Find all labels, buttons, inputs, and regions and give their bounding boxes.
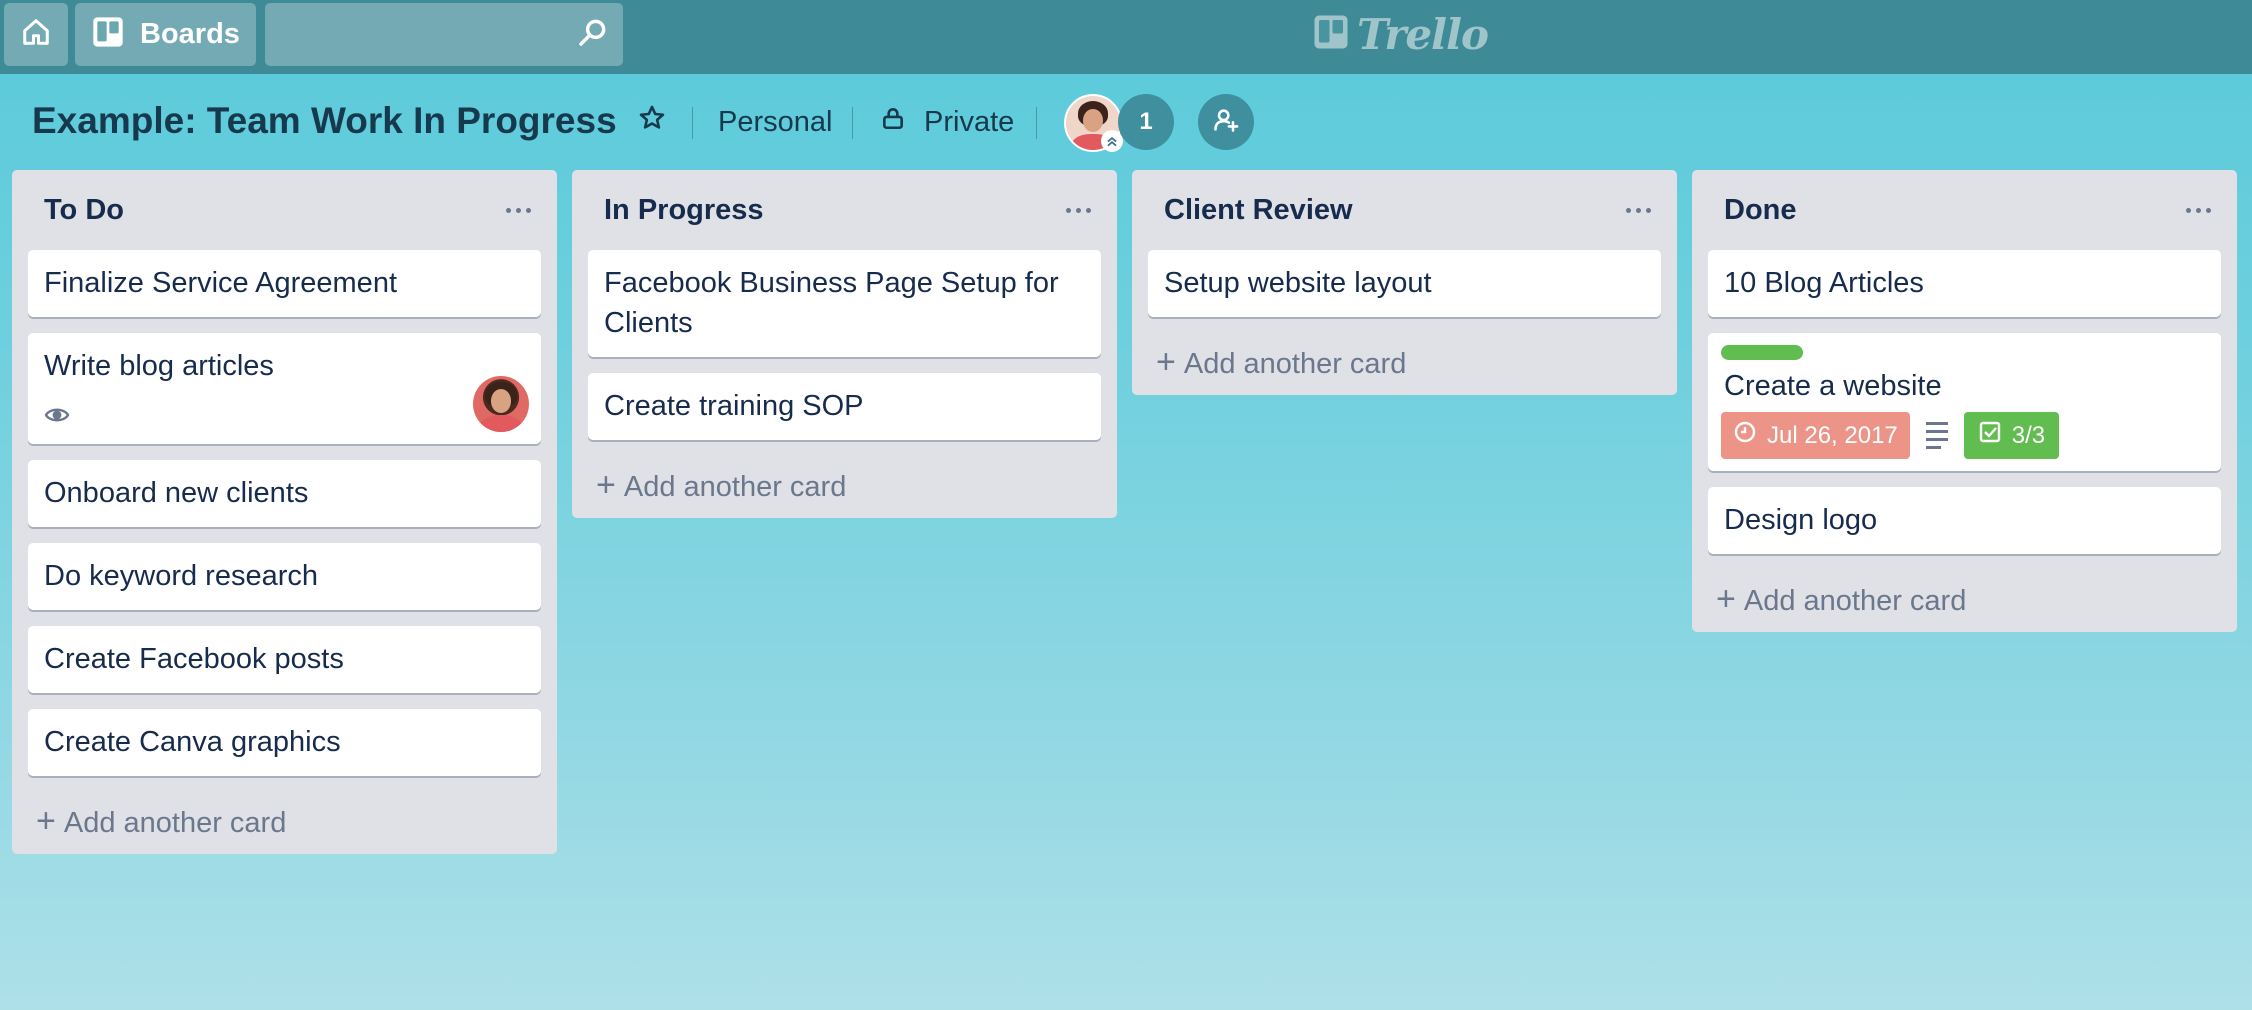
board-title[interactable]: Example: Team Work In Progress [32, 100, 617, 142]
lock-icon [880, 105, 906, 139]
add-member-icon [1212, 106, 1240, 139]
card[interactable]: Create Canva graphics [28, 709, 541, 776]
card[interactable]: Finalize Service Agreement [28, 250, 541, 317]
add-card-label: Add another card [1183, 347, 1407, 380]
card-title: Design logo [1724, 504, 1878, 536]
list-done[interactable]: Done 10 Blog Articles Create a website J… [1692, 170, 2237, 632]
search-input[interactable] [265, 3, 623, 66]
card-title: Finalize Service Agreement [44, 267, 397, 299]
list-header: In Progress [572, 170, 1117, 250]
header-divider [1036, 107, 1037, 139]
list-title[interactable]: In Progress [604, 194, 764, 227]
card-title: Setup website layout [1164, 267, 1432, 299]
card-title: Create Facebook posts [44, 643, 344, 675]
plus-icon: + [596, 466, 616, 504]
list-to-do[interactable]: To Do Finalize Service Agreement Write b… [12, 170, 557, 854]
card[interactable]: Facebook Business Page Setup for Clients [588, 250, 1101, 357]
trello-logo-icon [1313, 14, 1349, 55]
card-title: Onboard new clients [44, 477, 309, 509]
more-options-icon[interactable] [1066, 207, 1101, 213]
add-card-button[interactable]: + Add another card [1132, 333, 1677, 395]
card-badges: Jul 26, 2017 3/3 [1721, 412, 2205, 459]
green-label[interactable] [1721, 345, 1803, 360]
list-in-progress[interactable]: In Progress Facebook Business Page Setup… [572, 170, 1117, 518]
top-header-bar: Boards Trello [0, 0, 2252, 74]
card-title: Create training SOP [604, 390, 864, 422]
add-card-label: Add another card [63, 806, 287, 839]
card-title: 10 Blog Articles [1724, 267, 1924, 299]
team-button[interactable]: Personal [718, 100, 832, 144]
card[interactable]: Create Facebook posts [28, 626, 541, 693]
more-options-icon[interactable] [506, 207, 541, 213]
member-count-badge[interactable]: 1 [1118, 94, 1174, 150]
list-title[interactable]: Done [1724, 194, 1797, 227]
card[interactable]: Setup website layout [1148, 250, 1661, 317]
boards-button[interactable]: Boards [75, 3, 256, 66]
card[interactable]: Create training SOP [588, 373, 1101, 440]
card[interactable]: Create a website Jul 26, 2017 3/3 [1708, 333, 2221, 471]
list-client-review[interactable]: Client Review Setup website layout + Add… [1132, 170, 1677, 395]
add-card-button[interactable]: + Add another card [1692, 570, 2237, 632]
add-card-button[interactable]: + Add another card [12, 792, 557, 854]
plus-icon: + [36, 802, 56, 840]
home-button[interactable] [4, 3, 68, 66]
card-title: Do keyword research [44, 560, 318, 592]
invite-member-button[interactable] [1198, 94, 1254, 150]
card-title: Create a website [1724, 370, 1942, 402]
card[interactable]: 10 Blog Articles [1708, 250, 2221, 317]
more-options-icon[interactable] [1626, 207, 1661, 213]
list-title[interactable]: To Do [44, 194, 124, 227]
plus-icon: + [1156, 343, 1176, 381]
add-card-label: Add another card [623, 470, 847, 503]
checklist-count: 3/3 [2011, 421, 2046, 449]
checklist-badge: 3/3 [1963, 412, 2060, 459]
list-header: Done [1692, 170, 2237, 250]
clock-icon [1733, 420, 1757, 451]
star-button[interactable] [638, 100, 666, 144]
boards-label: Boards [140, 18, 240, 50]
card-title: Create Canva graphics [44, 726, 341, 758]
list-title[interactable]: Client Review [1164, 194, 1353, 227]
list-header: Client Review [1132, 170, 1677, 250]
checkbox-icon [1978, 420, 2002, 451]
trello-logo[interactable]: Trello [1313, 9, 1489, 59]
card[interactable]: Write blog articles [28, 333, 541, 444]
card[interactable]: Do keyword research [28, 543, 541, 610]
trello-wordmark: Trello [1357, 9, 1489, 59]
list-header: To Do [12, 170, 557, 250]
eye-icon [44, 400, 525, 430]
card-member-avatar[interactable] [473, 376, 529, 432]
card[interactable]: Onboard new clients [28, 460, 541, 527]
header-divider [692, 107, 693, 139]
card-title: Write blog articles [44, 350, 274, 382]
plus-icon: + [1716, 580, 1736, 618]
header-divider [852, 107, 853, 139]
visibility-button[interactable]: Private [880, 100, 1014, 144]
description-icon [1925, 422, 1948, 449]
boards-icon [92, 16, 124, 53]
card-title: Facebook Business Page Setup for Clients [604, 267, 1059, 339]
visibility-label: Private [924, 105, 1015, 138]
add-card-label: Add another card [1743, 584, 1967, 617]
due-date-text: Jul 26, 2017 [1767, 421, 1898, 449]
due-date-badge[interactable]: Jul 26, 2017 [1721, 412, 1910, 459]
star-icon [638, 104, 666, 140]
search-icon[interactable] [577, 16, 609, 53]
home-icon [21, 17, 51, 52]
add-card-button[interactable]: + Add another card [572, 456, 1117, 518]
more-options-icon[interactable] [2186, 207, 2221, 213]
card[interactable]: Design logo [1708, 487, 2221, 554]
